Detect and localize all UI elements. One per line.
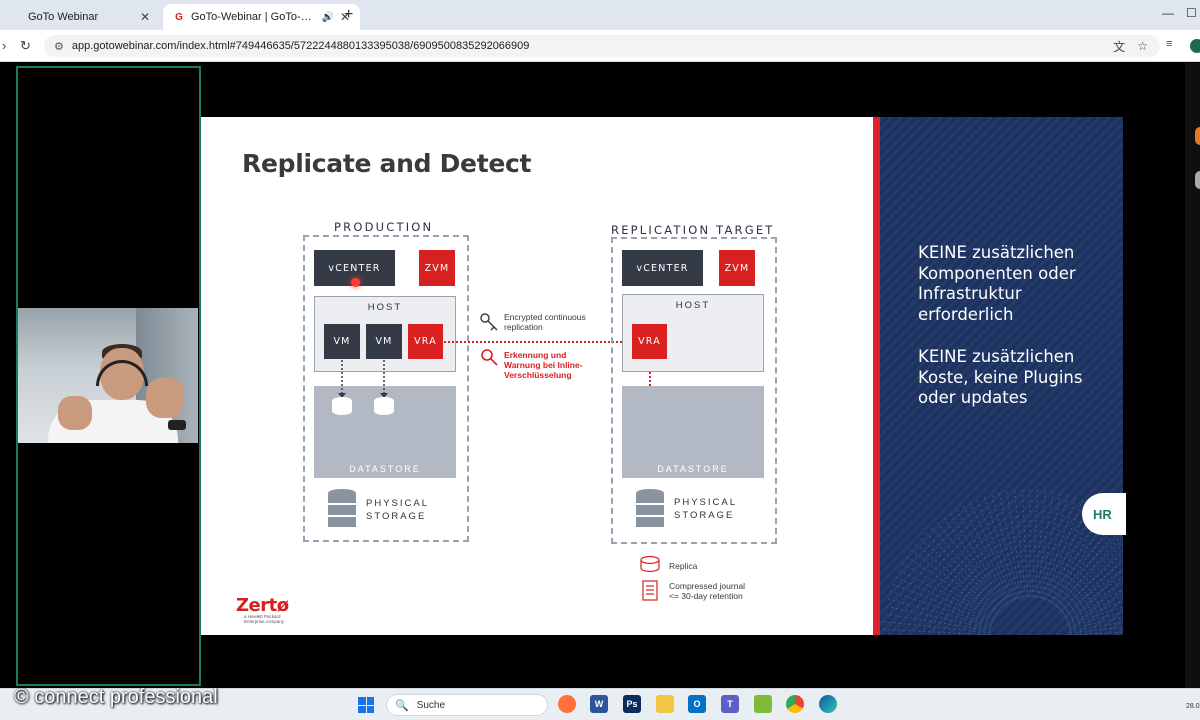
reload-icon[interactable]: ↻ bbox=[20, 38, 31, 54]
photoshop-icon[interactable]: Ps bbox=[623, 695, 641, 713]
speaker-icon[interactable]: 🔊 bbox=[321, 12, 333, 23]
chrome-icon[interactable] bbox=[786, 695, 804, 713]
goto-g-favicon-icon: G bbox=[175, 11, 183, 23]
file-explorer-icon[interactable] bbox=[656, 695, 674, 713]
target-datastore: DATASTORE bbox=[622, 386, 764, 478]
panel-line: Infrastruktur bbox=[918, 284, 1022, 303]
slide-blue-panel: KEINE zusätzlichen Komponenten oder Infr… bbox=[880, 117, 1123, 635]
teams-icon[interactable]: T bbox=[721, 695, 739, 713]
site-info-icon[interactable]: ⚙ bbox=[54, 40, 64, 53]
legend-journal: Compressed journal <= 30-day retention bbox=[669, 581, 745, 601]
tab-close-icon[interactable]: ✕ bbox=[140, 10, 150, 24]
word-icon[interactable]: W bbox=[590, 695, 608, 713]
datastore-label: DATASTORE bbox=[657, 464, 729, 474]
windows-start-icon[interactable] bbox=[358, 697, 374, 713]
search-label: Suche bbox=[416, 699, 446, 711]
panel-paragraph-2: KEINE zusätzlichen Koste, keine Plugins … bbox=[918, 347, 1082, 409]
target-vra: VRA bbox=[632, 324, 667, 359]
speaker-webcam-video bbox=[18, 308, 198, 443]
target-physical-storage: PHYSICAL STORAGE bbox=[674, 496, 737, 522]
panel-line: Komponenten oder bbox=[918, 263, 1076, 283]
zerto-logo-subtitle: a Hewlett Packard Enterprise company bbox=[244, 614, 284, 624]
firefox-icon[interactable] bbox=[558, 695, 576, 713]
translate-icon[interactable]: 文 bbox=[1113, 38, 1125, 55]
minimize-icon[interactable]: — bbox=[1162, 6, 1174, 20]
panel-line: Koste, keine Plugins bbox=[918, 367, 1083, 387]
note-line: Verschlüsselung bbox=[504, 370, 572, 380]
side-indicator-icon[interactable] bbox=[1195, 127, 1200, 145]
panel-paragraph-1: KEINE zusätzlichen Komponenten oder Infr… bbox=[918, 243, 1076, 325]
right-panel-edge bbox=[1185, 63, 1200, 688]
edge-icon[interactable] bbox=[819, 695, 837, 713]
physical-line-1: PHYSICAL bbox=[366, 498, 429, 509]
zerto-logo: Zertø bbox=[236, 595, 289, 616]
legend-replica: Replica bbox=[669, 561, 698, 571]
detection-warning-note: Erkennung und Warnung bei Inline- Versch… bbox=[504, 350, 583, 380]
new-tab-button[interactable]: + bbox=[344, 6, 353, 24]
search-icon: 🔍 bbox=[395, 699, 409, 712]
physical-line-1: PHYSICAL bbox=[674, 497, 737, 508]
physical-line-2: STORAGE bbox=[366, 511, 427, 522]
hr-badge[interactable]: HR bbox=[1082, 493, 1126, 535]
media-controls-icon[interactable]: ≡ bbox=[1166, 38, 1172, 50]
url-field[interactable]: ⚙ app.gotowebinar.com/index.html#7494466… bbox=[44, 35, 1160, 57]
encrypted-replication-note: Encrypted continuous replication bbox=[504, 312, 586, 332]
decorative-burst bbox=[880, 487, 1123, 635]
tab-title: GoTo-Webinar | GoTo-Webinar bbox=[191, 11, 317, 23]
panel-line: oder updates bbox=[918, 388, 1028, 407]
tab-goto-webinar-active[interactable]: G GoTo-Webinar | GoTo-Webinar 🔊 ✕ bbox=[163, 4, 360, 30]
maximize-icon[interactable]: ☐ bbox=[1186, 6, 1197, 20]
target-vcenter: vCENTER bbox=[622, 250, 703, 286]
url-text: app.gotowebinar.com/index.html#749446635… bbox=[71, 40, 530, 52]
watermark: © connect professional bbox=[14, 686, 218, 708]
note-line: replication bbox=[504, 322, 543, 332]
browser-tab-bar: GoTo Webinar ✕ G GoTo-Webinar | GoTo-Web… bbox=[0, 0, 1200, 30]
panel-line: KEINE zusätzlichen bbox=[918, 243, 1075, 262]
panel-line: erforderlich bbox=[918, 304, 1014, 324]
production-physical-storage: PHYSICAL STORAGE bbox=[366, 497, 429, 523]
bookmark-star-icon[interactable]: ☆ bbox=[1137, 39, 1148, 53]
slide-red-divider bbox=[873, 117, 880, 635]
brand-sub-line: Enterprise company bbox=[244, 619, 285, 624]
taskbar-clock: 28.0 bbox=[1186, 703, 1200, 710]
address-bar-row: › ↻ ⚙ app.gotowebinar.com/index.html#749… bbox=[0, 30, 1200, 62]
legend-line: Compressed journal bbox=[669, 581, 746, 591]
presentation-slide: Replicate and Detect PRODUCTION vCENTER … bbox=[201, 117, 1123, 635]
tab-title: GoTo Webinar bbox=[28, 11, 99, 23]
goto-favicon-icon bbox=[10, 11, 22, 23]
physical-line-2: STORAGE bbox=[674, 510, 735, 521]
target-zvm: ZVM bbox=[719, 250, 755, 286]
panel-line: KEINE zusätzlichen bbox=[918, 347, 1075, 366]
side-indicator-icon[interactable] bbox=[1195, 171, 1200, 189]
note-line: Erkennung und bbox=[504, 350, 567, 360]
notepad-icon[interactable] bbox=[754, 695, 772, 713]
note-line: Encrypted continuous bbox=[504, 312, 586, 322]
outlook-icon[interactable]: O bbox=[688, 695, 706, 713]
profile-avatar[interactable] bbox=[1190, 39, 1200, 53]
note-line: Warnung bei Inline- bbox=[504, 360, 583, 370]
replication-target-label: REPLICATION TARGET bbox=[611, 223, 775, 237]
tab-goto-webinar[interactable]: GoTo Webinar ✕ bbox=[0, 4, 160, 30]
taskbar-search[interactable]: 🔍 Suche bbox=[386, 694, 548, 716]
legend-line: <= 30-day retention bbox=[669, 591, 743, 601]
forward-icon[interactable]: › bbox=[2, 38, 6, 53]
host-label: HOST bbox=[675, 300, 711, 311]
